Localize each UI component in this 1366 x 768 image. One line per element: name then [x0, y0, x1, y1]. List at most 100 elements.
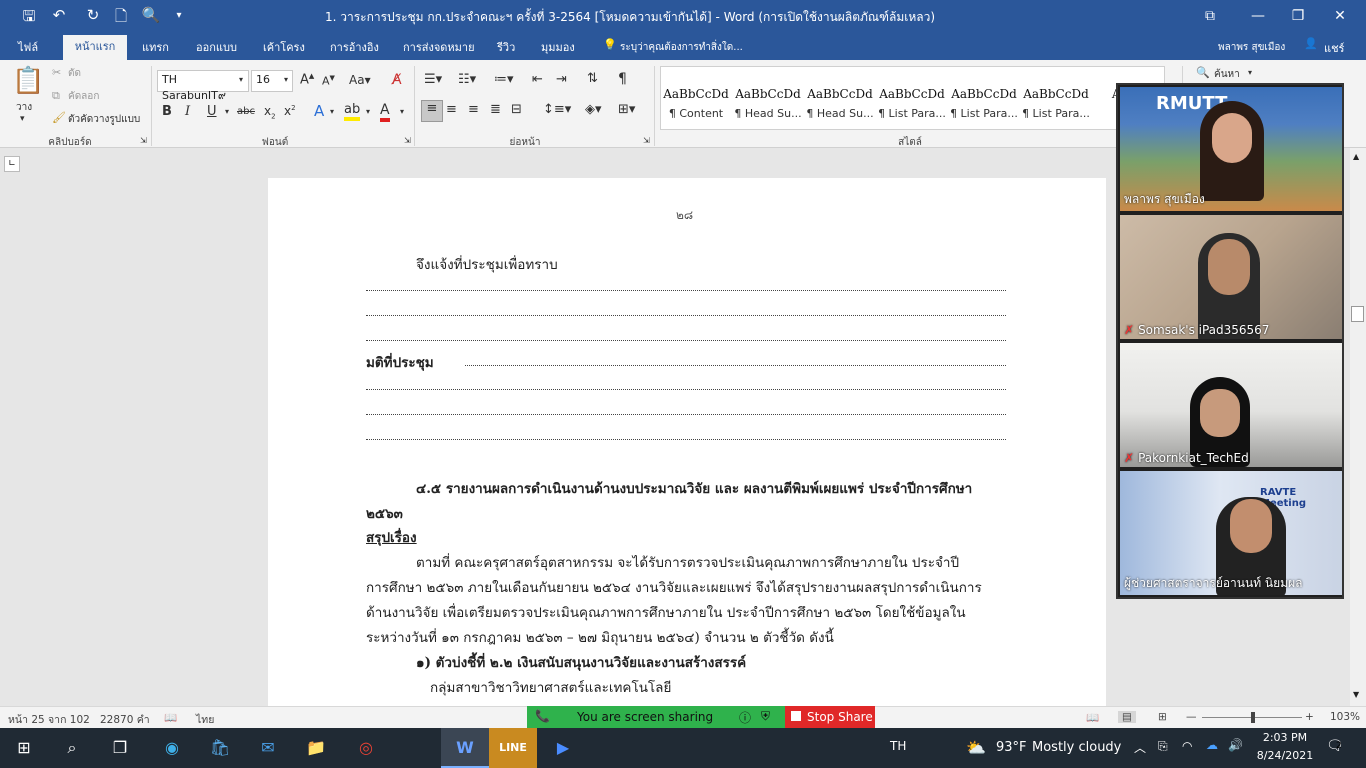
style-list-para-2[interactable]: AaBbCcDd ¶ List Para... — [949, 71, 1019, 129]
clock-date[interactable]: 8/24/2021 — [1253, 749, 1317, 762]
customize-toolbar-icon[interactable]: ▾ — [168, 10, 190, 21]
bullets-icon[interactable]: ☰▾ — [424, 72, 442, 87]
start-icon[interactable]: ⊞ — [0, 728, 48, 768]
edge-icon[interactable]: ◉ — [148, 728, 196, 768]
align-right-icon[interactable]: ≡ — [468, 102, 479, 117]
proofing-icon[interactable]: 📖 — [164, 711, 177, 724]
tab-file[interactable]: ไฟล์ — [18, 38, 38, 56]
font-color-icon[interactable]: A — [380, 102, 390, 122]
text-effects-icon[interactable]: A — [314, 102, 324, 120]
highlight-icon[interactable]: ab — [344, 102, 361, 121]
file-explorer-icon[interactable]: 📁 — [292, 728, 340, 768]
save-icon[interactable]: 🖫 — [18, 6, 40, 31]
borders-icon[interactable]: ⊞▾ — [618, 102, 635, 117]
copy-icon[interactable]: ⧉ — [52, 89, 60, 103]
temperature[interactable]: 93°F — [996, 740, 1027, 755]
strikethrough-icon[interactable]: abc — [237, 106, 255, 117]
info-icon[interactable]: ⓘ — [739, 709, 751, 726]
tab-review[interactable]: รีวิว — [497, 38, 515, 56]
cloud-icon[interactable]: ☁ — [1206, 738, 1218, 752]
mail-icon[interactable]: ✉ — [244, 728, 292, 768]
scroll-up-icon[interactable]: ▲ — [1353, 152, 1359, 161]
restore-button[interactable]: ❐ — [1280, 4, 1316, 28]
align-center-icon[interactable]: ≡ — [446, 102, 457, 117]
line-icon[interactable]: LINE — [489, 728, 537, 768]
find-dropdown-icon[interactable]: ▾ — [1248, 68, 1252, 77]
document-page[interactable]: ๒๘ จึงแจ้งที่ประชุมเพื่อทราบ มติที่ประชุ… — [268, 178, 1106, 706]
font-size-dropdown-icon[interactable]: ▾ — [284, 75, 288, 84]
zoom-icon[interactable]: ▶ — [539, 728, 587, 768]
video-tile[interactable]: ✗ Pakornkiat_TechEd — [1120, 343, 1342, 467]
tab-selector-icon[interactable]: ∟ — [4, 156, 20, 172]
tell-me-input[interactable]: ระบุว่าคุณต้องการทำสิ่งใด... — [620, 40, 743, 55]
change-case-icon[interactable]: Aa▾ — [349, 73, 371, 87]
chevron-up-icon[interactable]: ︿ — [1134, 739, 1146, 756]
bold-icon[interactable]: B — [162, 104, 172, 119]
italic-icon[interactable]: I — [185, 104, 190, 119]
cut-button[interactable]: ตัด — [68, 66, 81, 81]
numbering-icon[interactable]: ☷▾ — [458, 72, 476, 87]
chrome-icon[interactable]: ◎ — [342, 728, 390, 768]
grow-font-icon[interactable]: A▲ — [300, 72, 314, 87]
paste-icon[interactable]: 📋 — [12, 66, 44, 96]
copy-button[interactable]: คัดลอก — [68, 89, 99, 104]
multilevel-list-icon[interactable]: ≔▾ — [494, 72, 514, 87]
cut-icon[interactable]: ✂ — [52, 66, 61, 79]
new-document-icon[interactable]: 🗋 — [110, 6, 132, 31]
user-name[interactable]: พลาพร สุขเมือง — [1218, 40, 1285, 55]
decrease-indent-icon[interactable]: ⇤ — [532, 72, 543, 87]
weather-text[interactable]: Mostly cloudy — [1032, 740, 1121, 755]
shrink-font-icon[interactable]: A▼ — [322, 74, 335, 88]
align-left-icon[interactable]: ≡ — [421, 100, 443, 122]
line-spacing-icon[interactable]: ↕≡▾ — [543, 102, 571, 117]
video-tile[interactable]: RMUTT พลาพร สุขเมือง — [1120, 87, 1342, 211]
read-mode-icon[interactable]: 📖 — [1086, 711, 1099, 724]
tab-view[interactable]: มุมมอง — [541, 38, 575, 56]
web-layout-icon[interactable]: ⊞ — [1158, 711, 1167, 723]
zoom-in-icon[interactable]: + — [1305, 711, 1314, 723]
sort-icon[interactable]: ⇅ — [587, 71, 598, 86]
print-layout-icon[interactable]: ▤ — [1118, 711, 1136, 723]
style-head-sub-1[interactable]: AaBbCcDd ¶ Head Su... — [733, 71, 803, 129]
style-head-sub-2[interactable]: AaBbCcDd ¶ Head Su... — [805, 71, 875, 129]
wifi-icon[interactable]: ◠ — [1182, 739, 1192, 753]
style-list-para-1[interactable]: AaBbCcDd ¶ List Para... — [877, 71, 947, 129]
minimize-button[interactable]: — — [1240, 4, 1276, 28]
redo-icon[interactable]: ↻ — [82, 6, 104, 24]
zoom-out-icon[interactable]: — — [1186, 711, 1197, 723]
print-preview-icon[interactable]: 🔍 — [140, 6, 162, 24]
volume-icon[interactable]: 🔊 — [1228, 738, 1243, 752]
close-button[interactable]: ✕ — [1322, 4, 1358, 28]
show-formatting-marks-icon[interactable]: ¶ — [618, 71, 627, 87]
shield-icon[interactable]: ⛨ — [761, 709, 770, 724]
vertical-scrollbar[interactable]: ▲ ▼ — [1350, 148, 1366, 706]
scroll-down-icon[interactable]: ▼ — [1353, 690, 1359, 699]
justify-icon[interactable]: ≣ — [490, 102, 501, 117]
style-content[interactable]: AaBbCcDd ¶ Content — [661, 71, 731, 129]
share-icon[interactable]: 👤 — [1304, 37, 1318, 50]
font-name-dropdown-icon[interactable]: ▾ — [239, 75, 243, 84]
format-painter-icon[interactable]: 🖌 — [52, 111, 66, 124]
underline-dropdown-icon[interactable]: ▾ — [225, 107, 229, 116]
tab-references[interactable]: การอ้างอิง — [330, 38, 379, 56]
task-view-icon[interactable]: ❐ — [96, 728, 144, 768]
tab-mailings[interactable]: การส่งจดหมาย — [403, 38, 475, 56]
tab-layout[interactable]: เค้าโครง — [263, 38, 305, 56]
store-icon[interactable]: 🛍 — [196, 728, 244, 768]
page-count[interactable]: หน้า 25 จาก 102 — [8, 711, 90, 728]
format-painter-button[interactable]: ตัวคัดวางรูปแบบ — [68, 112, 140, 127]
clock-time[interactable]: 2:03 PM — [1260, 731, 1310, 744]
scroll-thumb[interactable] — [1351, 306, 1364, 322]
tab-design[interactable]: ออกแบบ — [196, 38, 237, 56]
highlight-dropdown-icon[interactable]: ▾ — [366, 107, 370, 116]
shading-icon[interactable]: ◈▾ — [585, 102, 602, 117]
text-effects-dropdown-icon[interactable]: ▾ — [330, 107, 334, 116]
video-tile[interactable]: RAVTE Meeting ผู้ช่วยศาสตราจารย์อานนท์ น… — [1120, 471, 1342, 595]
word-count[interactable]: 22870 คำ — [100, 711, 150, 728]
stop-share-button[interactable]: Stop Share — [785, 706, 875, 728]
share-button[interactable]: แชร์ — [1324, 39, 1344, 57]
find-button[interactable]: ค้นหา — [1214, 67, 1240, 82]
undo-icon[interactable]: ↶ — [48, 6, 70, 24]
paragraph-launcher-icon[interactable]: ⇲ — [643, 136, 650, 145]
language-indicator[interactable]: ไทย — [196, 711, 214, 728]
